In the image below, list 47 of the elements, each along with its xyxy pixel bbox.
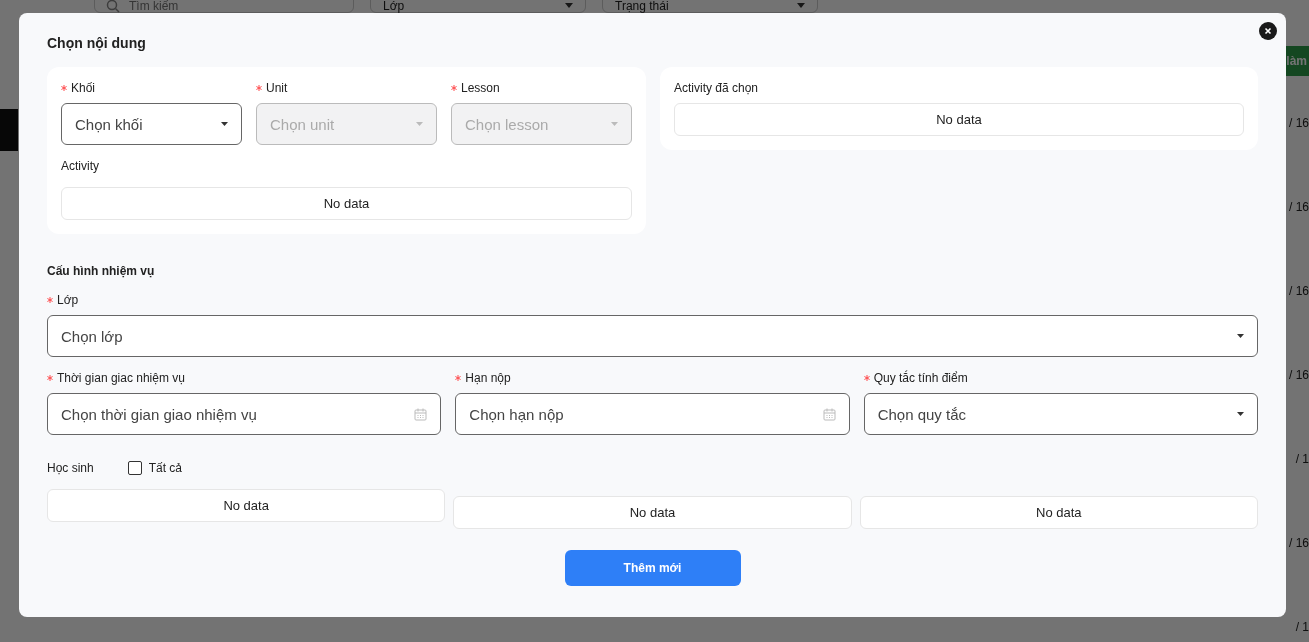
- field-label: Học sinh: [47, 461, 94, 475]
- close-icon: [1263, 26, 1273, 36]
- close-button[interactable]: [1259, 22, 1277, 40]
- caret-icon: [1237, 412, 1244, 416]
- field-label: Activity đã chọn: [674, 81, 760, 95]
- caret-icon: [416, 122, 423, 126]
- empty-list: No data: [453, 496, 852, 529]
- caret-icon: [611, 122, 618, 126]
- table-cell-text: / 16: [1289, 200, 1309, 216]
- caret-icon: [565, 3, 573, 8]
- select-field[interactable]: Chọn lớp: [47, 315, 1258, 357]
- field-label: Activity: [61, 159, 100, 173]
- field-label: Thời gian giac nhiệm vụ: [57, 371, 185, 385]
- field-label: Lesson: [461, 81, 500, 95]
- sidebar-item-highlight: [0, 109, 18, 151]
- calendar-icon: [414, 407, 428, 421]
- add-button[interactable]: Thêm mới: [564, 550, 741, 586]
- field-label: Unit: [266, 81, 288, 95]
- modal-title: Chọn nội dung: [47, 35, 147, 51]
- table-cell-text: / 1: [1295, 620, 1309, 636]
- table-cell-text: / 16: [1289, 116, 1309, 132]
- empty-list: No data: [674, 103, 1244, 136]
- date-field[interactable]: Chọn thời gian giao nhiệm vụ: [47, 393, 442, 435]
- table-cell-text: / 16: [1289, 368, 1309, 384]
- checkbox[interactable]: [127, 461, 142, 475]
- caret-icon: [797, 3, 805, 8]
- table-cell-text: / 16: [1289, 536, 1309, 552]
- select-field[interactable]: Chọn quy tắc: [863, 393, 1258, 435]
- date-field[interactable]: Chọn hạn nộp: [455, 393, 850, 435]
- checkbox-label: Tất cả: [148, 461, 183, 475]
- action-button[interactable]: làm: [1284, 46, 1309, 76]
- field-label: Lớp: [57, 293, 79, 307]
- field-label: Hạn nộp: [465, 371, 511, 385]
- search-field[interactable]: Tìm kiếm: [94, 0, 354, 13]
- calendar-icon: [822, 407, 836, 421]
- select-field[interactable]: Chọn khối: [61, 103, 242, 145]
- caret-icon: [1237, 334, 1244, 338]
- search-icon: [106, 0, 120, 13]
- empty-list: No data: [47, 489, 446, 522]
- table-cell-text: / 1: [1295, 452, 1309, 468]
- field-label: Khối: [71, 81, 96, 95]
- caret-icon: [221, 122, 228, 126]
- section-title: Cấu hình nhiệm vụ: [47, 264, 156, 278]
- field-label: Quy tắc tính điểm: [873, 371, 968, 385]
- table-cell-text: / 16: [1289, 284, 1309, 300]
- empty-list: No data: [859, 496, 1258, 529]
- empty-list: No data: [61, 187, 632, 220]
